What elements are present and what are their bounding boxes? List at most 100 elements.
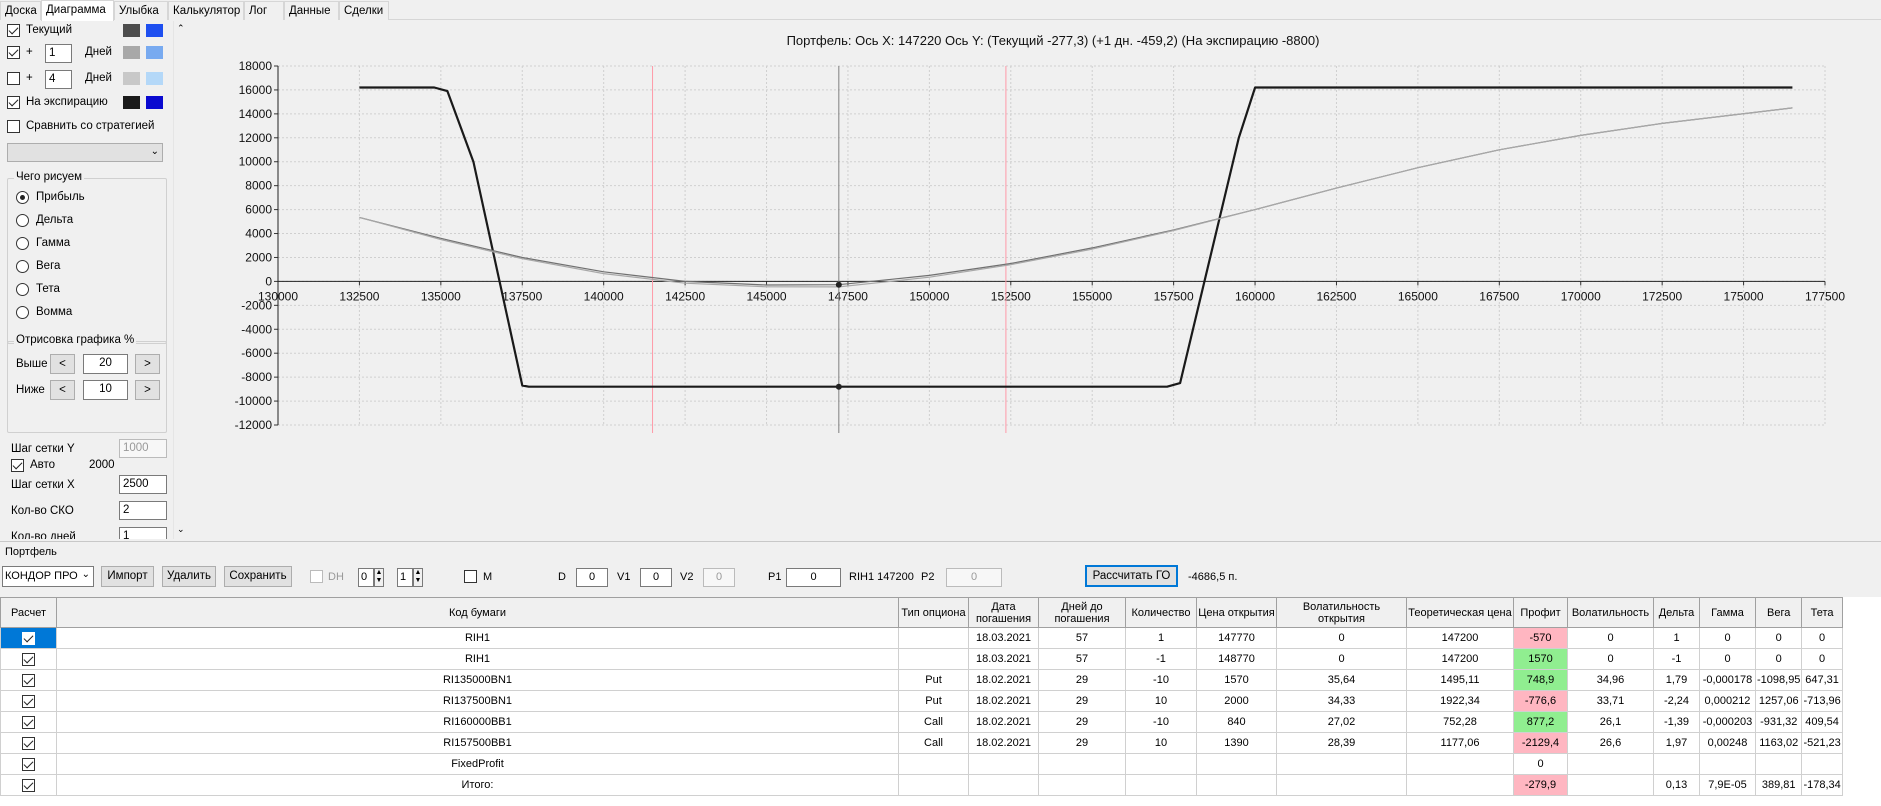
column-header[interactable]: Теоретическая цена — [1406, 597, 1514, 628]
dh-a-spinner[interactable]: ▲ ▼ — [374, 568, 384, 587]
below-input[interactable]: 10 — [83, 380, 128, 400]
grid-y-input[interactable]: 1000 — [119, 439, 167, 458]
column-header[interactable]: Код бумаги — [56, 597, 899, 628]
expiry-color-swatch[interactable] — [123, 96, 140, 109]
calc-checkbox-cell[interactable] — [0, 669, 57, 691]
calc-checkbox[interactable] — [22, 757, 35, 771]
above-increase-button[interactable]: > — [135, 354, 160, 374]
column-header[interactable]: Расчет — [0, 597, 57, 628]
dh-checkbox[interactable] — [310, 570, 323, 583]
calc-checkbox[interactable] — [22, 652, 35, 666]
delete-button[interactable]: Удалить — [162, 566, 216, 587]
tab-log[interactable]: Лог — [244, 1, 284, 20]
below-increase-button[interactable]: > — [135, 380, 160, 400]
portfolio-select[interactable]: КОНДОР ПРО ⌄ — [2, 566, 94, 587]
expiry-checkbox[interactable] — [7, 96, 20, 109]
calc-checkbox-cell[interactable] — [0, 753, 57, 775]
column-header[interactable]: Количество — [1125, 597, 1197, 628]
table-row[interactable]: RIH1 18.03.2021 57 -1 148770 0 147200 1570 0 -1 0 0… — [0, 648, 1843, 670]
calc-checkbox[interactable] — [22, 778, 35, 792]
tab-diagram[interactable]: Диаграмма — [41, 0, 114, 21]
tab-smile[interactable]: Улыбка — [114, 1, 168, 20]
column-header[interactable]: Тип опциона — [898, 597, 969, 628]
plus-days-1-color-swatch[interactable] — [123, 46, 140, 59]
column-header[interactable]: Тета — [1801, 597, 1843, 628]
below-decrease-button[interactable]: < — [50, 380, 75, 400]
save-button[interactable]: Сохранить — [224, 566, 292, 587]
table-row[interactable]: FixedProfit 0 — [0, 753, 1843, 775]
current-checkbox[interactable] — [7, 24, 20, 37]
calc-checkbox[interactable] — [22, 736, 35, 750]
dh-input-a[interactable]: 0 — [358, 568, 374, 587]
calc-checkbox[interactable] — [22, 715, 35, 729]
table-row[interactable]: Итого: -279,9 0,13 7,9E-05 389,81 -178,34 — [0, 774, 1843, 796]
p1-input[interactable]: 0 — [786, 568, 841, 587]
calc-go-button[interactable]: Рассчитать ГО — [1085, 565, 1178, 587]
table-row[interactable]: RI157500BB1 Call 18.02.2021 29 10 1390 28,39 11… — [0, 732, 1843, 754]
auto-grid-checkbox[interactable] — [11, 459, 24, 472]
settings-scrollbar[interactable]: ⌃ ⌄ — [173, 21, 189, 539]
plus-days-1-input[interactable]: 1 — [45, 44, 72, 63]
table-row[interactable]: RI137500BN1 Put 18.02.2021 29 10 2000 34,33 192… — [0, 690, 1843, 712]
calc-checkbox-cell[interactable] — [0, 648, 57, 670]
sko-input[interactable]: 2 — [119, 501, 167, 520]
chevron-down-icon[interactable]: ⌄ — [177, 524, 185, 535]
column-header[interactable]: Гамма — [1699, 597, 1756, 628]
grid-x-input[interactable]: 2500 — [119, 475, 167, 494]
current-color-swatch[interactable] — [123, 24, 140, 37]
plus-days-2-color-swatch[interactable] — [123, 72, 140, 85]
column-header[interactable]: Профит — [1513, 597, 1568, 628]
current-color-swatch-2[interactable] — [146, 24, 163, 37]
column-header[interactable]: Дельта — [1653, 597, 1700, 628]
tab-calculator[interactable]: Калькулятор — [168, 1, 244, 20]
column-header[interactable]: Дней до погашения — [1038, 597, 1126, 628]
column-header[interactable]: Вега — [1754, 597, 1803, 628]
tab-deals[interactable]: Сделки — [339, 1, 389, 20]
d-input[interactable]: 0 — [576, 568, 608, 587]
radio-profit[interactable] — [16, 191, 29, 204]
calc-checkbox[interactable] — [22, 673, 35, 687]
calc-checkbox-cell[interactable] — [0, 690, 57, 712]
strategy-select[interactable]: ⌄ — [7, 143, 163, 162]
radio-vomma[interactable] — [16, 306, 29, 319]
above-input[interactable]: 20 — [83, 354, 128, 374]
table-row[interactable]: RIH1 18.03.2021 57 1 147770 0 147200 -570 0 1 0 0 0 — [0, 627, 1843, 649]
compare-checkbox[interactable] — [7, 120, 20, 133]
import-button[interactable]: Импорт — [101, 566, 154, 587]
radio-vega[interactable] — [16, 260, 29, 273]
p2-input[interactable]: 0 — [946, 568, 1002, 587]
radio-gamma[interactable] — [16, 237, 29, 250]
plus-days-2-color-swatch-2[interactable] — [146, 72, 163, 85]
radio-delta[interactable] — [16, 214, 29, 227]
table-row[interactable]: RI135000BN1 Put 18.02.2021 29 -10 1570 35,64 14… — [0, 669, 1843, 691]
plus-days-2-checkbox[interactable] — [7, 72, 20, 85]
tab-board[interactable]: Доска — [0, 1, 41, 20]
expiry-color-swatch-2[interactable] — [146, 96, 163, 109]
dh-b-spinner[interactable]: ▲ ▼ — [413, 568, 423, 587]
dh-input-b[interactable]: 1 — [397, 568, 413, 587]
v2-input[interactable]: 0 — [703, 568, 735, 587]
y-tick-label: 6000 — [245, 203, 272, 217]
payoff-chart-svg[interactable]: Портфель: Ось X: 147220 Ось Y: (Текущий … — [190, 21, 1881, 539]
tab-data[interactable]: Данные — [284, 1, 339, 20]
calc-checkbox-cell[interactable] — [0, 774, 57, 796]
plus-days-1-checkbox[interactable] — [7, 46, 20, 59]
calc-checkbox[interactable] — [22, 694, 35, 708]
plus-days-1-color-swatch-2[interactable] — [146, 46, 163, 59]
calc-checkbox-cell[interactable] — [0, 627, 57, 649]
column-header[interactable]: Дата погашения — [968, 597, 1039, 628]
days-input[interactable]: 1 — [119, 527, 167, 539]
m-checkbox[interactable] — [464, 570, 477, 583]
v1-input[interactable]: 0 — [640, 568, 672, 587]
plus-days-2-input[interactable]: 4 — [45, 70, 72, 89]
column-header[interactable]: Волатильность — [1567, 597, 1654, 628]
table-row[interactable]: RI160000BB1 Call 18.02.2021 29 -10 840 27,02 75… — [0, 711, 1843, 733]
calc-checkbox[interactable] — [22, 631, 35, 645]
calc-checkbox-cell[interactable] — [0, 732, 57, 754]
column-header[interactable]: Цена открытия — [1196, 597, 1277, 628]
radio-theta[interactable] — [16, 283, 29, 296]
above-decrease-button[interactable]: < — [50, 354, 75, 374]
chevron-up-icon[interactable]: ⌃ — [177, 23, 185, 34]
column-header[interactable]: Волатильность открытия — [1276, 597, 1407, 628]
calc-checkbox-cell[interactable] — [0, 711, 57, 733]
